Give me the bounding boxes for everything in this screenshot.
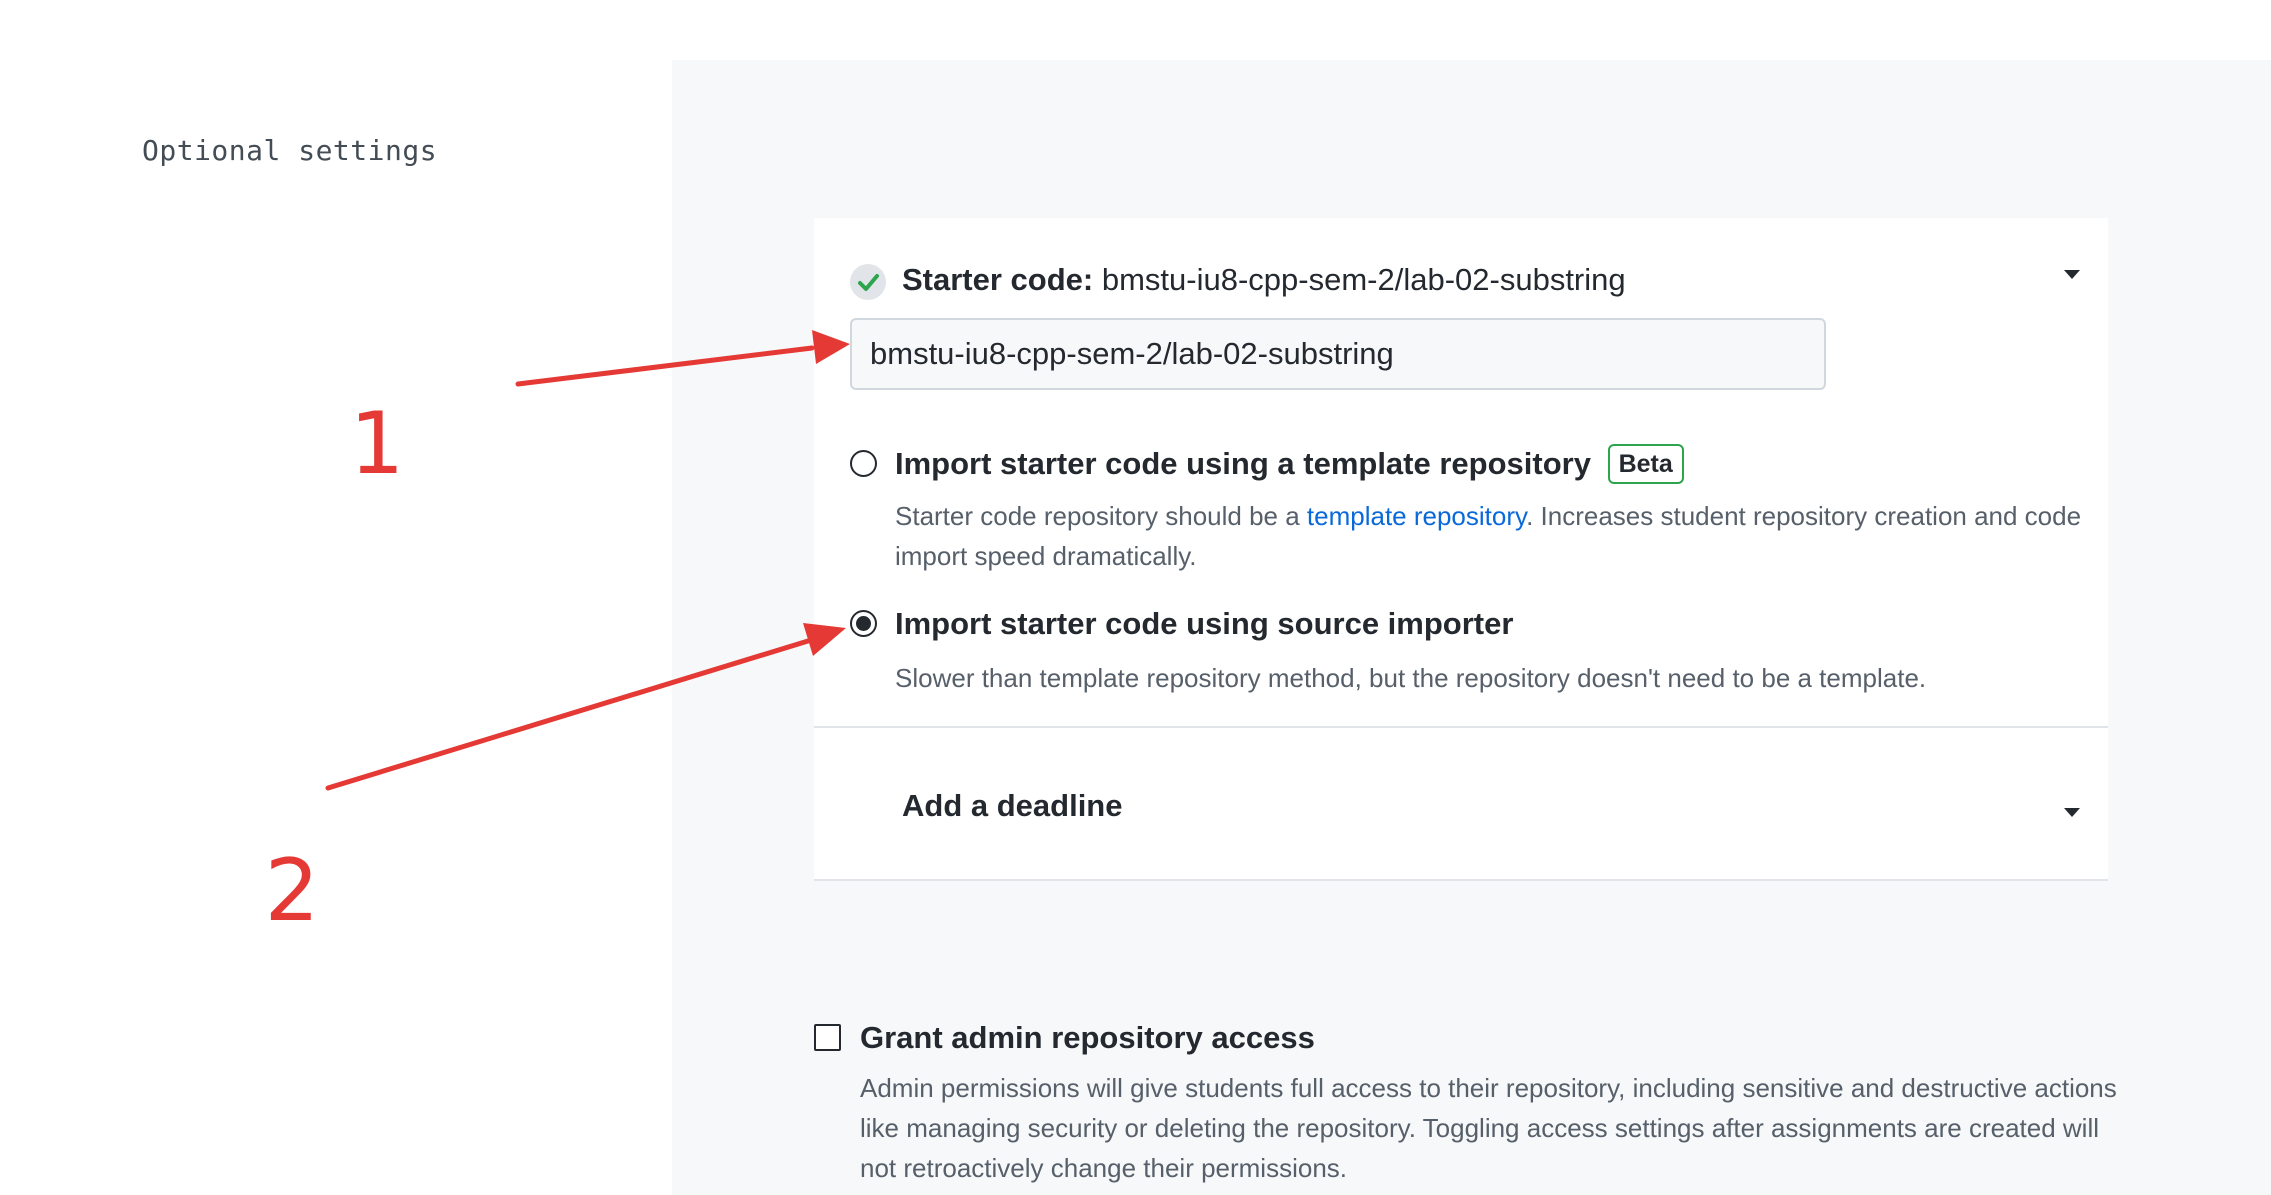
grant-admin-checkbox[interactable] [814,1024,841,1051]
check-circle-icon [850,264,886,300]
beta-badge: Beta [1607,443,1684,484]
starter-code-title-label: Starter code: [902,262,1094,297]
template-option-description: Starter code repository should be a temp… [895,496,2085,576]
chevron-down-icon[interactable] [2064,270,2080,279]
chevron-down-icon[interactable] [2064,808,2080,817]
source-importer-description: Slower than template repository method, … [895,663,1927,693]
starter-repo-input[interactable] [850,318,1826,390]
starter-code-title[interactable]: Starter code: bmstu-iu8-cpp-sem-2/lab-02… [902,260,1626,300]
add-deadline-label[interactable]: Add a deadline [902,786,1122,826]
annotation-number-2: 2 [265,841,320,941]
template-option-title[interactable]: Import starter code using a template rep… [895,443,1684,486]
template-option-label: Import starter code using a template rep… [895,446,1591,481]
starter-code-title-value: bmstu-iu8-cpp-sem-2/lab-02-substring [1101,262,1626,297]
optional-settings-label: Optional settings [142,134,438,167]
template-repository-radio[interactable] [850,450,877,477]
grant-admin-description: Admin permissions will give students ful… [860,1073,2117,1183]
template-desc-text-1: Starter code repository should be a [895,501,1307,531]
starter-code-section: Starter code: bmstu-iu8-cpp-sem-2/lab-02… [814,218,2108,728]
settings-card: Starter code: bmstu-iu8-cpp-sem-2/lab-02… [814,218,2108,881]
deadline-section[interactable]: Add a deadline [814,728,2108,881]
annotation-number-1: 1 [350,394,405,494]
grant-admin-title[interactable]: Grant admin repository access [860,1018,1315,1058]
source-importer-option-title[interactable]: Import starter code using source importe… [895,604,1513,644]
template-repository-link[interactable]: template repository [1307,501,1526,531]
source-importer-radio[interactable] [850,610,877,637]
